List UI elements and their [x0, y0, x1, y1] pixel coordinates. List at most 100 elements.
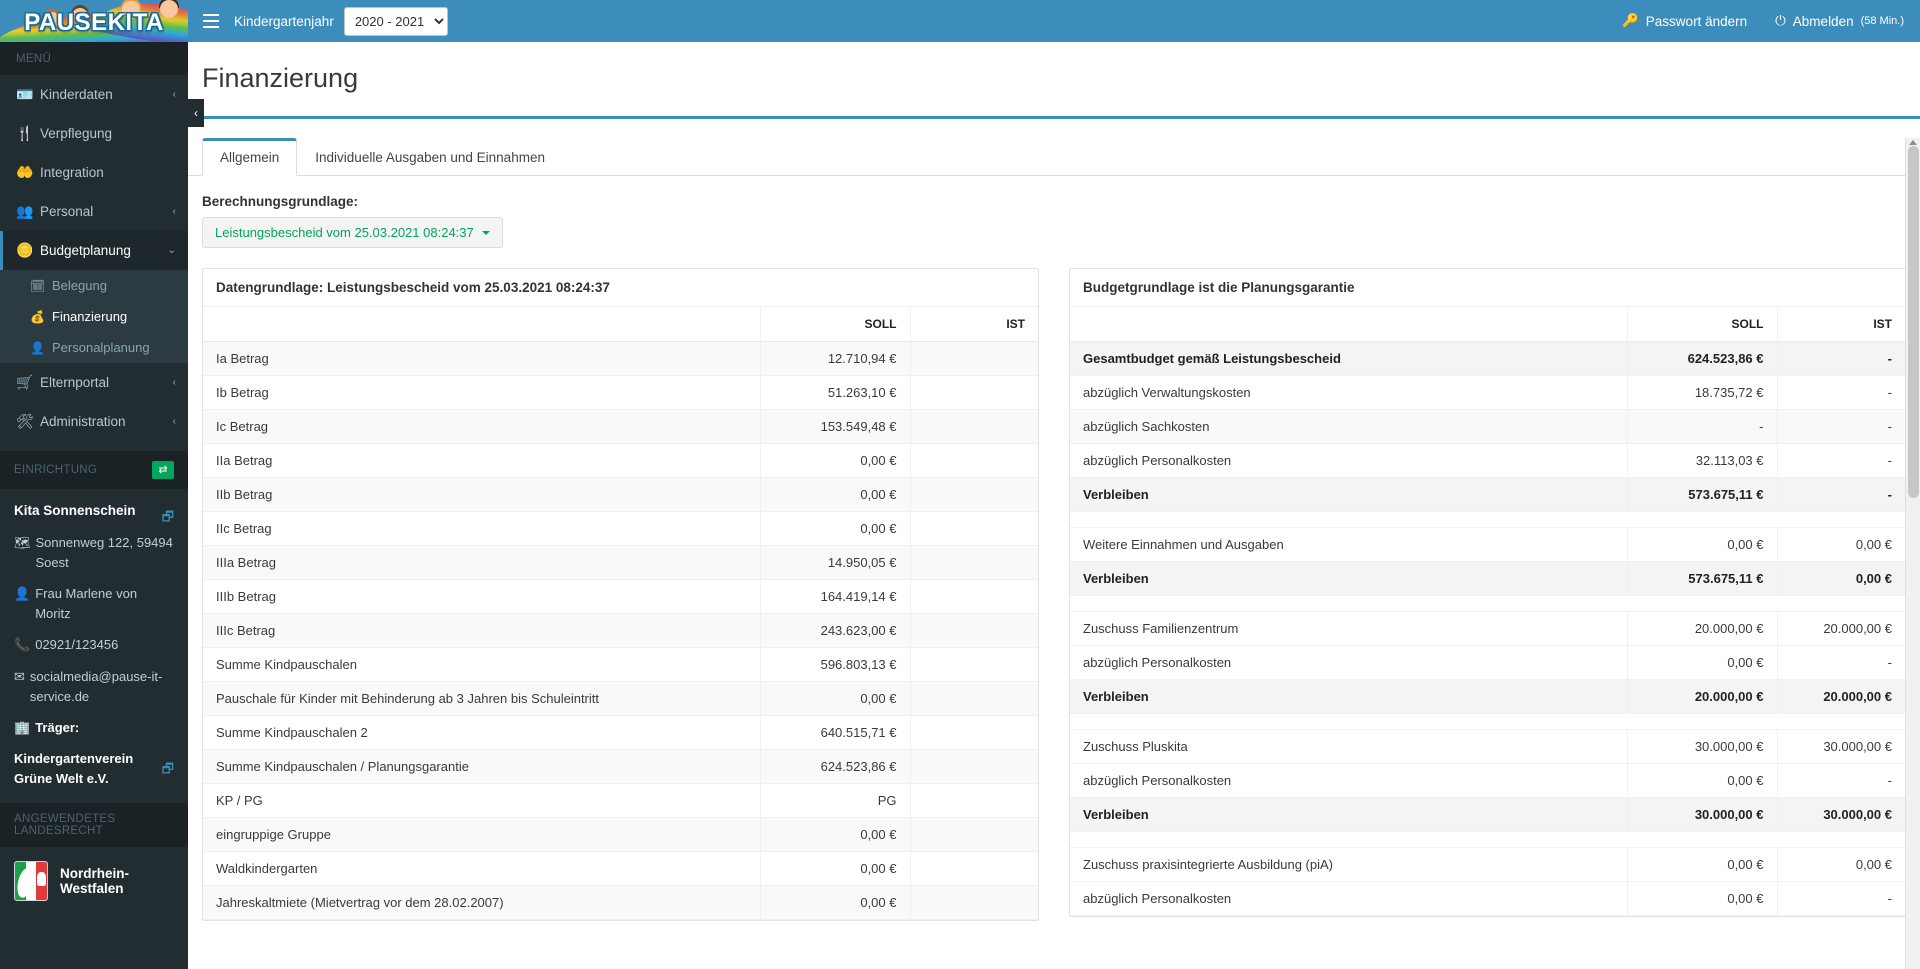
row-label: Summe Kindpauschalen: [203, 648, 760, 682]
sidebar-item-verpflegung[interactable]: 🍴 Verpflegung: [0, 114, 188, 153]
row-soll: 573.675,11 €: [1627, 478, 1777, 512]
tab-allgemein[interactable]: Allgemein: [202, 138, 297, 176]
facility-email-row: ✉ socialmedia@pause-it-service.de: [14, 667, 174, 707]
right-panel-title: Budgetgrundlage ist die Planungsgarantie: [1070, 269, 1905, 307]
swap-facility-button[interactable]: ⇄: [152, 461, 174, 479]
sidebar-item-finanzierung[interactable]: 💰 Finanzierung: [0, 301, 188, 332]
row-ist: [910, 580, 1038, 614]
row-label: IIc Betrag: [203, 512, 760, 546]
row-soll: 0,00 €: [1627, 764, 1777, 798]
chevron-left-icon: ‹: [173, 206, 176, 217]
row-soll: 164.419,14 €: [760, 580, 910, 614]
sidebar-item-personalplanung[interactable]: 👤 Personalplanung: [0, 332, 188, 363]
sidebar-item-label: Verpflegung: [40, 126, 176, 141]
map-marker-icon: 🗺: [14, 533, 31, 553]
table-row: Jahreskaltmiete (Mietvertrag vor dem 28.…: [203, 886, 1038, 920]
row-soll: 12.710,94 €: [760, 342, 910, 376]
cutlery-icon: 🍴: [16, 125, 40, 142]
row-ist: [910, 784, 1038, 818]
tab-individuelle-ausgaben-und-einnahmen[interactable]: Individuelle Ausgaben und Einnahmen: [297, 138, 563, 176]
app-logo[interactable]: PAUSEKITA: [0, 0, 188, 42]
table-row: IIIc Betrag243.623,00 €: [203, 614, 1038, 648]
tools-icon: 🛠: [16, 413, 40, 430]
edit-traeger-icon[interactable]: 🗗: [162, 759, 174, 779]
key-icon: 🔑: [1622, 13, 1639, 29]
kindergartenjahr-label: Kindergartenjahr: [234, 14, 334, 29]
row-soll: -: [1627, 410, 1777, 444]
edit-facility-icon[interactable]: 🗗: [162, 507, 174, 527]
scroll-up-arrow-icon[interactable]: [1909, 140, 1917, 145]
einrichtung-header-bar: EINRICHTUNG ⇄: [0, 451, 188, 489]
row-label: IIIb Betrag: [203, 580, 760, 614]
row-ist: -: [1777, 376, 1905, 410]
sidebar-item-administration[interactable]: 🛠 Administration ‹: [0, 402, 188, 441]
col-label: [1070, 307, 1627, 342]
change-password-link[interactable]: 🔑 Passwort ändern: [1622, 13, 1747, 29]
logout-link[interactable]: ⏻ Abmelden(58 Min.): [1775, 13, 1904, 29]
row-ist: [910, 682, 1038, 716]
row-label: Verbleiben: [1070, 562, 1627, 596]
sidebar-item-label: Kinderdaten: [40, 87, 173, 102]
table-row: [1070, 512, 1905, 528]
id-card-icon: 🪪: [16, 86, 40, 103]
table-row: [1070, 596, 1905, 612]
kindergartenjahr-select[interactable]: 2020 - 2021: [344, 7, 448, 36]
nrw-flag-icon: [14, 861, 48, 901]
row-label: abzüglich Personalkosten: [1070, 444, 1627, 478]
vertical-scrollbar[interactable]: [1905, 138, 1920, 969]
table-row: IIIb Betrag164.419,14 €: [203, 580, 1038, 614]
table-row: Summe Kindpauschalen / Planungsgarantie6…: [203, 750, 1038, 784]
table-row: Zuschuss Familienzentrum20.000,00 €20.00…: [1070, 612, 1905, 646]
facility-contact-row: 👤 Frau Marlene von Moritz: [14, 584, 174, 624]
row-spacer: [1070, 832, 1905, 848]
chevron-left-icon: ‹: [173, 377, 176, 388]
chevron-down-icon: ⌄: [168, 245, 176, 256]
row-ist: 30.000,00 €: [1777, 730, 1905, 764]
scrollbar-thumb[interactable]: [1908, 146, 1919, 498]
row-label: Verbleiben: [1070, 478, 1627, 512]
col-soll: SOLL: [1627, 307, 1777, 342]
right-panel: Budgetgrundlage ist die Planungsgarantie…: [1069, 268, 1906, 917]
row-label: IIIc Betrag: [203, 614, 760, 648]
sidebar-item-integration[interactable]: 🤲 Integration: [0, 153, 188, 192]
facility-address-row: 🗺 Sonnenweg 122, 59494 Soest: [14, 533, 174, 573]
sidebar-item-belegung[interactable]: 🗓 Belegung: [0, 270, 188, 301]
sidebar-item-label: Personal: [40, 204, 173, 219]
row-soll: 0,00 €: [760, 478, 910, 512]
sidebar-collapse-handle[interactable]: ‹: [188, 99, 204, 127]
row-soll: PG: [760, 784, 910, 818]
sidebar-item-kinderdaten[interactable]: 🪪 Kinderdaten ‹: [0, 75, 188, 114]
sidebar-item-label: Integration: [40, 165, 176, 180]
row-soll: 18.735,72 €: [1627, 376, 1777, 410]
hamburger-icon[interactable]: [188, 0, 234, 42]
row-ist: [910, 818, 1038, 852]
row-label: Weitere Einnahmen und Ausgaben: [1070, 528, 1627, 562]
row-soll: 596.803,13 €: [760, 648, 910, 682]
row-label: Pauschale für Kinder mit Behinderung ab …: [203, 682, 760, 716]
sidebar-item-personal[interactable]: 👥 Personal ‹: [0, 192, 188, 231]
row-label: Summe Kindpauschalen / Planungsgarantie: [203, 750, 760, 784]
table-row: Ia Betrag12.710,94 €: [203, 342, 1038, 376]
change-password-label: Passwort ändern: [1646, 14, 1747, 29]
facility-email: socialmedia@pause-it-service.de: [30, 667, 174, 707]
sidebar-item-label: Administration: [40, 414, 173, 429]
facility-traeger-value: Kindergartenverein Grüne Welt e.V.: [14, 749, 162, 789]
table-row: Verbleiben20.000,00 €20.000,00 €: [1070, 680, 1905, 714]
table-row: eingruppige Gruppe0,00 €: [203, 818, 1038, 852]
berechnungsgrundlage-dropdown[interactable]: Leistungsbescheid vom 25.03.2021 08:24:3…: [202, 217, 503, 248]
table-row: Ib Betrag51.263,10 €: [203, 376, 1038, 410]
facility-info: Kita Sonnenschein 🗗 🗺 Sonnenweg 122, 594…: [0, 489, 188, 803]
sidebar-item-elternportal[interactable]: 🛒 Elternportal ‹: [0, 363, 188, 402]
facility-traeger-label: Träger:: [35, 718, 79, 738]
row-soll: 0,00 €: [1627, 528, 1777, 562]
row-ist: [910, 716, 1038, 750]
sidebar-submenu-budgetplanung: 🗓 Belegung 💰 Finanzierung 👤 Personalplan…: [0, 270, 188, 363]
facility-contact-person: Frau Marlene von Moritz: [35, 584, 174, 624]
row-ist: [910, 852, 1038, 886]
row-ist: -: [1777, 646, 1905, 680]
chevron-left-icon: ‹: [173, 89, 176, 100]
sidebar-item-budgetplanung[interactable]: 🪙 Budgetplanung ⌄ 🗓 Belegung 💰 Finanzier…: [0, 231, 188, 363]
row-ist: [910, 410, 1038, 444]
row-label: IIa Betrag: [203, 444, 760, 478]
row-ist: [910, 648, 1038, 682]
